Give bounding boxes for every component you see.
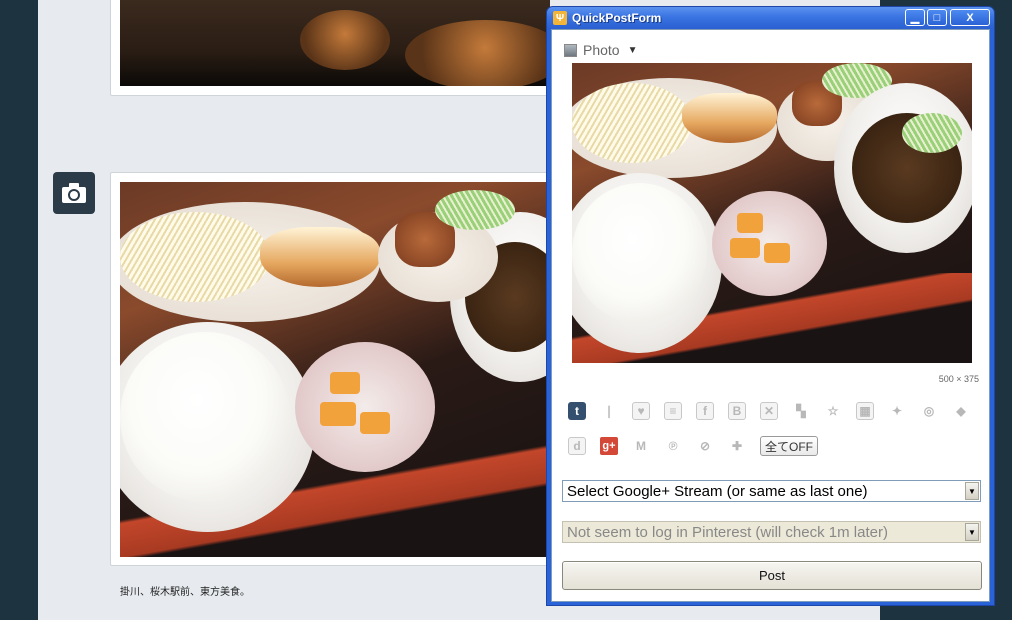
titlebar[interactable]: Ψ QuickPostForm ▁ □ X <box>547 7 994 29</box>
hatena-bookmark-icon[interactable]: B <box>728 402 746 420</box>
camera-icon <box>53 172 95 214</box>
foursquare-icon[interactable]: ◆ <box>952 402 970 420</box>
drum-shape <box>405 20 550 86</box>
google-plus-icon[interactable]: g+ <box>600 437 618 455</box>
cabbage <box>120 212 270 302</box>
pickle <box>730 238 760 258</box>
google-plus-stream-value: Select Google+ Stream (or same as last o… <box>567 482 868 500</box>
pickle <box>320 402 356 426</box>
photo-type-icon <box>564 43 577 57</box>
pinterest-icon[interactable]: ℗ <box>664 437 682 455</box>
rice <box>120 332 290 502</box>
pickle <box>764 243 790 263</box>
drum-shape <box>300 10 390 70</box>
minimize-button[interactable]: ▁ <box>905 9 925 26</box>
close-button[interactable]: X <box>950 9 990 26</box>
photo-preview <box>572 63 972 363</box>
gyoza <box>682 93 777 143</box>
pickle-plate <box>295 342 435 472</box>
post-type-label: Photo <box>583 42 620 58</box>
previous-post-photo[interactable] <box>120 0 550 86</box>
green-onion <box>435 190 515 230</box>
post-type-selector[interactable]: Photo ▼ <box>564 42 638 58</box>
pinterest-board-select[interactable]: Not seem to log in Pinterest (will check… <box>562 521 981 543</box>
google-plus-stream-select[interactable]: Select Google+ Stream (or same as last o… <box>562 480 981 502</box>
pinboard-icon[interactable]: ✕ <box>760 402 778 420</box>
quickpostform-window: Ψ QuickPostForm ▁ □ X Photo ▼ 500 × 375 … <box>546 6 995 606</box>
post-button[interactable]: Post <box>562 561 982 590</box>
star-icon[interactable]: ☆ <box>824 402 842 420</box>
plurk-icon[interactable]: ◎ <box>920 402 938 420</box>
gmail-icon[interactable]: M <box>632 437 650 455</box>
chevron-down-icon[interactable]: ▼ <box>965 482 979 500</box>
pickle <box>737 213 763 233</box>
post-caption: 掛川、桜木駅前、東方美食。 <box>120 587 250 598</box>
chevron-down-icon[interactable]: ▼ <box>965 523 979 541</box>
chevron-down-icon: ▼ <box>627 44 638 56</box>
evernote-icon[interactable]: ≡ <box>664 402 682 420</box>
facebook-icon[interactable]: f <box>696 402 714 420</box>
add-service-icon[interactable]: ✚ <box>728 437 746 455</box>
delicious-icon[interactable]: ▚ <box>792 402 810 420</box>
dropmark-icon[interactable]: d <box>568 437 586 455</box>
tumblr-icon[interactable]: t <box>568 402 586 420</box>
pickle <box>360 412 390 434</box>
service-toggles-row-2: d g+ M ℗ ⊘ ✚ 全てOFF <box>568 436 818 456</box>
diigo-icon[interactable]: ▦ <box>856 402 874 420</box>
gyoza <box>260 227 380 287</box>
rice <box>572 183 707 323</box>
all-off-button[interactable]: 全てOFF <box>760 436 818 456</box>
instapaper-icon[interactable]: ♥ <box>632 402 650 420</box>
cabbage <box>572 83 692 163</box>
form-body: Photo ▼ 500 × 375 t ❘ ♥ ≡ f B ✕ ▚ ☆ ▦ ✦ … <box>551 29 990 602</box>
maximize-button[interactable]: □ <box>927 9 947 26</box>
app-icon: Ψ <box>553 11 567 25</box>
service-toggles-row-1: t ❘ ♥ ≡ f B ✕ ▚ ☆ ▦ ✦ ◎ ◆ <box>568 402 984 420</box>
twitter-icon[interactable]: ✦ <box>888 402 906 420</box>
window-title: QuickPostForm <box>572 11 662 25</box>
green-onion <box>902 113 962 153</box>
image-dimensions: 500 × 375 <box>938 374 979 384</box>
pinterest-board-value: Not seem to log in Pinterest (will check… <box>567 523 888 541</box>
disabled-service-icon[interactable]: ⊘ <box>696 437 714 455</box>
post-photo[interactable] <box>120 182 550 557</box>
pickle <box>330 372 360 394</box>
readability-icon[interactable]: ❘ <box>600 402 618 420</box>
